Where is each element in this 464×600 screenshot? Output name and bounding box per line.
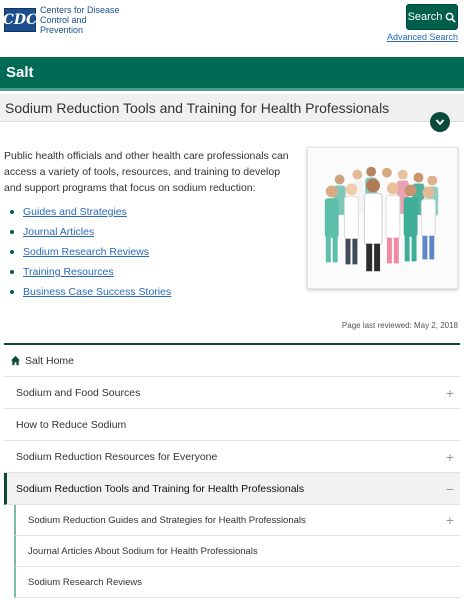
nav-item-label: Sodium Reduction Tools and Training for … [16, 482, 305, 495]
link-guides-and-strategies[interactable]: Guides and Strategies [23, 206, 127, 218]
nav-item-salt-home[interactable]: Salt Home [4, 345, 460, 377]
list-item: Business Case Success Stories [10, 285, 171, 305]
search-icon [446, 12, 457, 23]
link-business-case-success-stories[interactable]: Business Case Success Stories [23, 286, 171, 298]
collapse-minus-icon[interactable]: − [446, 481, 454, 497]
health-professionals-illustration [324, 166, 439, 272]
home-icon [10, 355, 21, 366]
cdc-logo-text: Centers for Disease Control and Preventi… [40, 5, 120, 35]
nav-item-sodium-and-food-sources[interactable]: Sodium and Food Sources + [4, 377, 460, 409]
nav-subitem-label: Journal Articles About Sodium for Health… [28, 545, 258, 557]
cdc-logo-mark: CDC [3, 8, 37, 32]
chevron-down-icon [435, 119, 445, 126]
last-reviewed-date: Page last reviewed: May 2, 2018 [341, 321, 458, 330]
list-item: Guides and Strategies [10, 205, 171, 225]
site-header: CDC Centers for Disease Control and Prev… [0, 0, 464, 57]
health-professionals-photo [307, 147, 458, 289]
section-title[interactable]: Salt [6, 64, 34, 81]
nav-item-label: Sodium Reduction Resources for Everyone [16, 450, 218, 463]
page-title-bar: Sodium Reduction Tools and Training for … [0, 94, 464, 122]
nav-subitem-sodium-research-reviews[interactable]: Sodium Research Reviews [14, 567, 460, 598]
list-item: Training Resources [10, 265, 171, 285]
nav-item-tools-and-training-active[interactable]: Sodium Reduction Tools and Training for … [4, 473, 460, 505]
list-item: Journal Articles [10, 225, 171, 245]
resource-link-list: Guides and Strategies Journal Articles S… [10, 205, 171, 305]
section-banner: Salt [0, 57, 464, 91]
link-training-resources[interactable]: Training Resources [23, 266, 114, 278]
salt-side-navigation: Salt Home Sodium and Food Sources + How … [4, 343, 460, 598]
page-title: Sodium Reduction Tools and Training for … [5, 100, 390, 116]
expand-plus-icon[interactable]: + [446, 512, 454, 528]
nav-item-label: How to Reduce Sodium [16, 418, 127, 431]
cdc-logo[interactable]: CDC Centers for Disease Control and Prev… [3, 5, 130, 35]
nav-item-label: Sodium and Food Sources [16, 386, 141, 399]
intro-paragraph: Public health officials and other health… [4, 150, 289, 194]
nav-subitem-journal-articles[interactable]: Journal Articles About Sodium for Health… [14, 536, 460, 567]
collapse-toggle-button[interactable] [430, 112, 450, 132]
nav-item-how-to-reduce-sodium[interactable]: How to Reduce Sodium [4, 409, 460, 441]
advanced-search-link[interactable]: Advanced Search [387, 32, 458, 42]
link-journal-articles[interactable]: Journal Articles [23, 226, 94, 238]
nav-item-resources-for-everyone[interactable]: Sodium Reduction Resources for Everyone … [4, 441, 460, 473]
list-item: Sodium Research Reviews [10, 245, 171, 265]
link-sodium-research-reviews[interactable]: Sodium Research Reviews [23, 246, 149, 258]
expand-plus-icon[interactable]: + [446, 385, 454, 401]
search-button-label: Search [407, 11, 443, 23]
nav-subitem-label: Sodium Reduction Guides and Strategies f… [28, 514, 306, 526]
search-button[interactable]: Search [406, 4, 458, 30]
nav-item-label: Salt Home [25, 354, 75, 367]
nav-subitem-guides-and-strategies[interactable]: Sodium Reduction Guides and Strategies f… [14, 505, 460, 536]
expand-plus-icon[interactable]: + [446, 449, 454, 465]
nav-subitem-label: Sodium Research Reviews [28, 576, 143, 588]
